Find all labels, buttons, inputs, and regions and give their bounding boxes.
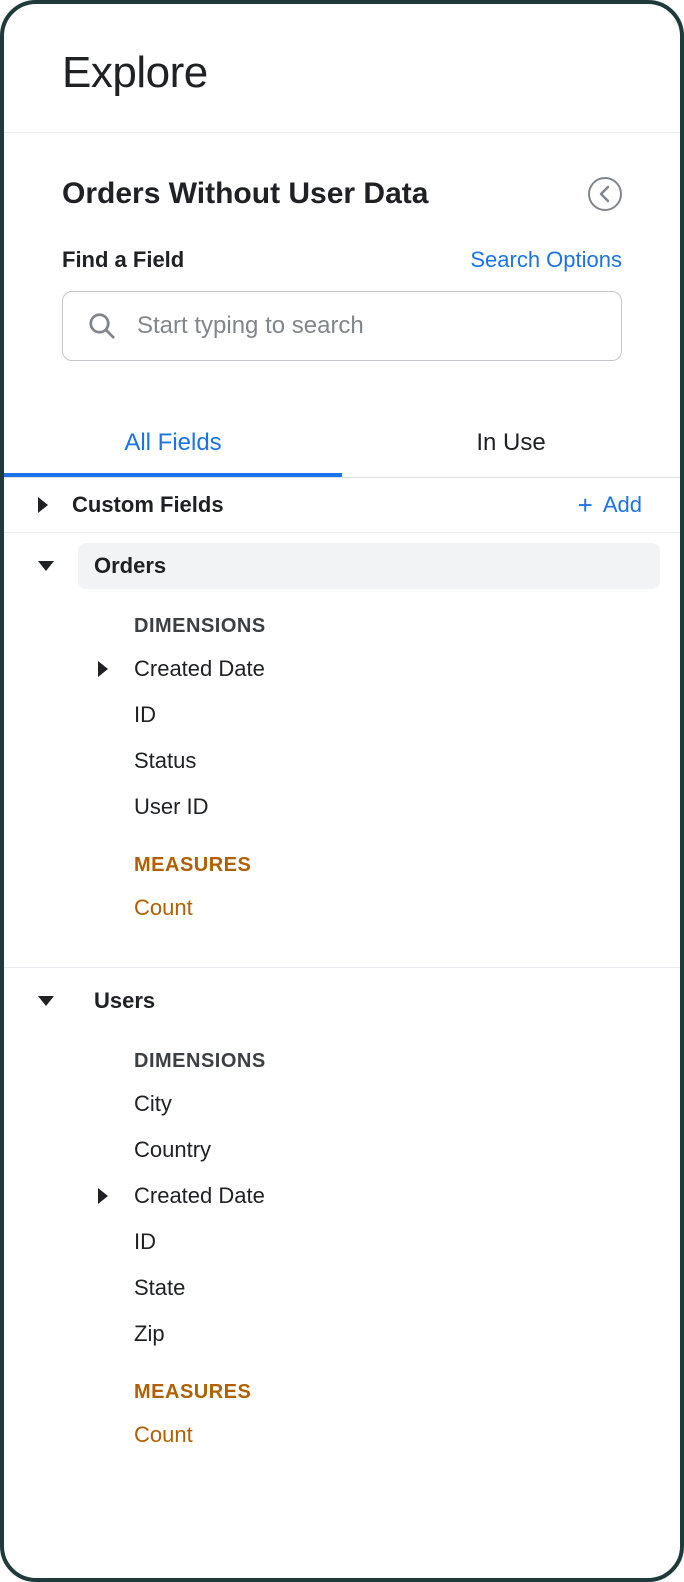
view-header[interactable]: Users [78,978,660,1024]
dimension-item[interactable]: Country [4,1127,680,1173]
measures-heading: MEASURES [4,1357,680,1412]
dimension-item[interactable]: State [4,1265,680,1311]
field-label: Count [134,1422,193,1448]
dimension-item[interactable]: City [4,1081,680,1127]
search-box[interactable] [62,291,622,361]
caret-right-icon[interactable] [38,497,48,513]
plus-icon: + [578,492,593,518]
tab-all-fields[interactable]: All Fields [4,415,342,477]
custom-fields-label[interactable]: Custom Fields [72,492,224,518]
dimension-item[interactable]: Created Date [4,1173,680,1219]
measures-heading: MEASURES [4,830,680,885]
tab-in-use[interactable]: In Use [342,415,680,477]
field-label: User ID [134,794,209,820]
dimension-item[interactable]: Status [4,738,680,784]
search-options-link[interactable]: Search Options [470,247,622,273]
dimensions-heading: DIMENSIONS [4,1044,680,1081]
field-label: State [134,1275,185,1301]
measure-item[interactable]: Count [4,885,680,931]
dimension-item[interactable]: Zip [4,1311,680,1357]
field-label: Created Date [134,656,265,682]
field-label: Created Date [134,1183,265,1209]
field-tabs: All Fields In Use [4,415,680,477]
chevron-left-icon [598,185,612,203]
dimension-item[interactable]: Created Date [4,646,680,692]
find-field-label: Find a Field [62,247,184,273]
add-custom-field-button[interactable]: + Add [578,492,642,518]
add-label: Add [603,492,642,518]
field-label: Status [134,748,196,774]
view-header[interactable]: Orders [78,543,660,589]
caret-right-icon [98,1188,108,1204]
caret-down-icon[interactable] [38,996,54,1006]
measure-item[interactable]: Count [4,1412,680,1458]
caret-down-icon[interactable] [38,561,54,571]
dimension-item[interactable]: User ID [4,784,680,830]
field-label: Count [134,895,193,921]
collapse-button[interactable] [588,177,622,211]
search-input[interactable] [135,311,597,341]
page-title: Explore [62,48,622,98]
field-label: Zip [134,1321,165,1347]
explore-title: Orders Without User Data [62,177,428,211]
search-icon [87,311,117,341]
caret-right-icon [98,661,108,677]
field-label: ID [134,702,156,728]
dimension-item[interactable]: ID [4,1219,680,1265]
field-label: Country [134,1137,211,1163]
dimensions-heading: DIMENSIONS [4,609,680,646]
dimension-item[interactable]: ID [4,692,680,738]
field-label: ID [134,1229,156,1255]
field-label: City [134,1091,172,1117]
